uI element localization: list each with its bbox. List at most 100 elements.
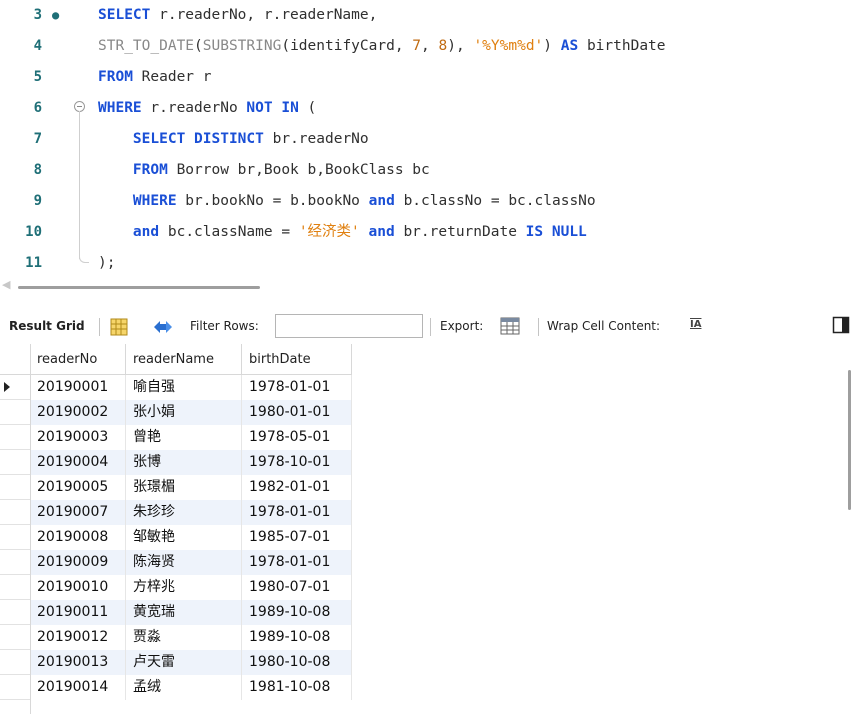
- row-indicator[interactable]: [0, 400, 30, 425]
- column-header-birthdate[interactable]: birthDate: [242, 344, 352, 375]
- cell-birthdate[interactable]: 1982-01-01: [242, 475, 352, 500]
- cell-birthdate[interactable]: 1985-07-01: [242, 525, 352, 550]
- code-line[interactable]: 10 and bc.className = '经济类' and br.retur…: [0, 217, 861, 248]
- cell-readerno[interactable]: 20190013: [30, 650, 126, 675]
- row-indicator[interactable]: [0, 450, 30, 475]
- row-indicator[interactable]: [0, 600, 30, 625]
- row-indicator[interactable]: [0, 675, 30, 700]
- grid-vertical-scrollbar[interactable]: [839, 344, 861, 714]
- line-number: 3: [33, 7, 42, 23]
- cell-birthdate[interactable]: 1978-05-01: [242, 425, 352, 450]
- cell-readerno[interactable]: 20190011: [30, 600, 126, 625]
- grid-view-icon[interactable]: [110, 318, 128, 339]
- cell-readername[interactable]: 陈海贤: [126, 550, 242, 575]
- table-row[interactable]: 20190005 张璟楣 1982-01-01: [30, 475, 352, 500]
- table-row[interactable]: 20190008 邹敏艳 1985-07-01: [30, 525, 352, 550]
- row-indicator[interactable]: [0, 500, 30, 525]
- cell-birthdate[interactable]: 1989-10-08: [242, 600, 352, 625]
- cell-readername[interactable]: 曾艳: [126, 425, 242, 450]
- code-line[interactable]: 4 STR_TO_DATE(SUBSTRING(identifyCard, 7, …: [0, 31, 861, 62]
- cell-readername[interactable]: 黄宽瑞: [126, 600, 242, 625]
- code-line[interactable]: 9 WHERE br.bookNo = b.bookNo and b.class…: [0, 186, 861, 217]
- cell-birthdate[interactable]: 1980-07-01: [242, 575, 352, 600]
- cell-birthdate[interactable]: 1989-10-08: [242, 625, 352, 650]
- cell-readerno[interactable]: 20190012: [30, 625, 126, 650]
- row-indicator[interactable]: [0, 425, 30, 450]
- code-line[interactable]: 3 ● SELECT r.readerNo, r.readerName,: [0, 0, 861, 31]
- wrap-cell-content-label: Wrap Cell Content:: [547, 319, 661, 333]
- code-line[interactable]: 7 SELECT DISTINCT br.readerNo: [0, 124, 861, 155]
- cell-readerno[interactable]: 20190008: [30, 525, 126, 550]
- table-row[interactable]: 20190014 孟绒 1981-10-08: [30, 675, 352, 700]
- line-number: 8: [33, 162, 42, 178]
- cell-readername[interactable]: 张博: [126, 450, 242, 475]
- panel-toggle-icon[interactable]: [832, 316, 850, 337]
- row-indicator[interactable]: [0, 525, 30, 550]
- scrollbar-thumb[interactable]: [18, 286, 260, 289]
- table-row[interactable]: 20190012 贾淼 1989-10-08: [30, 625, 352, 650]
- scrollbar-thumb[interactable]: [848, 370, 851, 510]
- toolbar-divider: [99, 318, 100, 336]
- cell-readername[interactable]: 孟绒: [126, 675, 242, 700]
- sql-editor[interactable]: 3 ● SELECT r.readerNo, r.readerName, 4 STR_T…: [0, 0, 861, 276]
- cell-birthdate[interactable]: 1981-10-08: [242, 675, 352, 700]
- cell-readername[interactable]: 张小娟: [126, 400, 242, 425]
- cell-readername[interactable]: 朱珍珍: [126, 500, 242, 525]
- result-grid[interactable]: readerNo readerName birthDate 20190001 喻自强 1…: [0, 344, 861, 714]
- cell-readerno[interactable]: 20190010: [30, 575, 126, 600]
- cell-birthdate[interactable]: 1978-01-01: [242, 550, 352, 575]
- code-line[interactable]: 8 FROM Borrow br,Book b,BookClass bc: [0, 155, 861, 186]
- refresh-icon[interactable]: [152, 318, 174, 339]
- cell-birthdate[interactable]: 1978-10-01: [242, 450, 352, 475]
- cell-readername[interactable]: 张璟楣: [126, 475, 242, 500]
- editor-horizontal-scrollbar[interactable]: ◀: [0, 276, 861, 296]
- row-indicator[interactable]: [0, 575, 30, 600]
- code-token: br.readerNo: [263, 131, 369, 147]
- row-indicator[interactable]: [0, 475, 30, 500]
- cell-readername[interactable]: 方梓兆: [126, 575, 242, 600]
- table-row[interactable]: 20190011 黄宽瑞 1989-10-08: [30, 600, 352, 625]
- cell-readerno[interactable]: 20190004: [30, 450, 126, 475]
- code-line[interactable]: 5 FROM Reader r: [0, 62, 861, 93]
- filter-rows-input[interactable]: [275, 314, 423, 338]
- cell-readerno[interactable]: 20190002: [30, 400, 126, 425]
- row-indicator[interactable]: [0, 550, 30, 575]
- table-row[interactable]: 20190007 朱珍珍 1978-01-01: [30, 500, 352, 525]
- fold-guide-end: [79, 254, 89, 263]
- cell-readername[interactable]: 卢天雷: [126, 650, 242, 675]
- row-indicator[interactable]: [0, 625, 30, 650]
- table-row[interactable]: 20190010 方梓兆 1980-07-01: [30, 575, 352, 600]
- cell-readerno[interactable]: 20190005: [30, 475, 126, 500]
- cell-readername[interactable]: 邹敏艳: [126, 525, 242, 550]
- code-line[interactable]: 11);: [0, 248, 861, 279]
- cell-readername[interactable]: 喻自强: [126, 375, 242, 400]
- table-row[interactable]: 20190001 喻自强 1978-01-01: [30, 375, 352, 400]
- table-row[interactable]: 20190013 卢天雷 1980-10-08: [30, 650, 352, 675]
- result-grid-label[interactable]: Result Grid: [9, 319, 85, 333]
- table-row[interactable]: 20190003 曾艳 1978-05-01: [30, 425, 352, 450]
- cell-readerno[interactable]: 20190014: [30, 675, 126, 700]
- line-number: 11: [25, 255, 42, 271]
- table-row[interactable]: 20190009 陈海贤 1978-01-01: [30, 550, 352, 575]
- cell-birthdate[interactable]: 1978-01-01: [242, 500, 352, 525]
- cell-birthdate[interactable]: 1980-01-01: [242, 400, 352, 425]
- row-indicator[interactable]: [0, 650, 30, 675]
- cell-readerno[interactable]: 20190009: [30, 550, 126, 575]
- table-row[interactable]: 20190002 张小娟 1980-01-01: [30, 400, 352, 425]
- cell-birthdate[interactable]: 1980-10-08: [242, 650, 352, 675]
- table-row[interactable]: 20190004 张博 1978-10-01: [30, 450, 352, 475]
- cell-readerno[interactable]: 20190003: [30, 425, 126, 450]
- scroll-left-icon[interactable]: ◀: [2, 278, 10, 291]
- cell-readername[interactable]: 贾淼: [126, 625, 242, 650]
- cell-readerno[interactable]: 20190007: [30, 500, 126, 525]
- code-line[interactable]: 6 WHERE r.readerNo NOT IN (: [0, 93, 861, 124]
- column-header-readername[interactable]: readerName: [126, 344, 242, 375]
- column-header-readerno[interactable]: readerNo: [30, 344, 126, 375]
- export-icon[interactable]: [500, 316, 522, 341]
- row-indicator[interactable]: [0, 375, 30, 400]
- wrap-cell-content-icon[interactable]: IA: [690, 319, 701, 330]
- code-token: (: [194, 38, 203, 54]
- cell-readerno[interactable]: 20190001: [30, 375, 126, 400]
- line-number: 9: [33, 193, 42, 209]
- cell-birthdate[interactable]: 1978-01-01: [242, 375, 352, 400]
